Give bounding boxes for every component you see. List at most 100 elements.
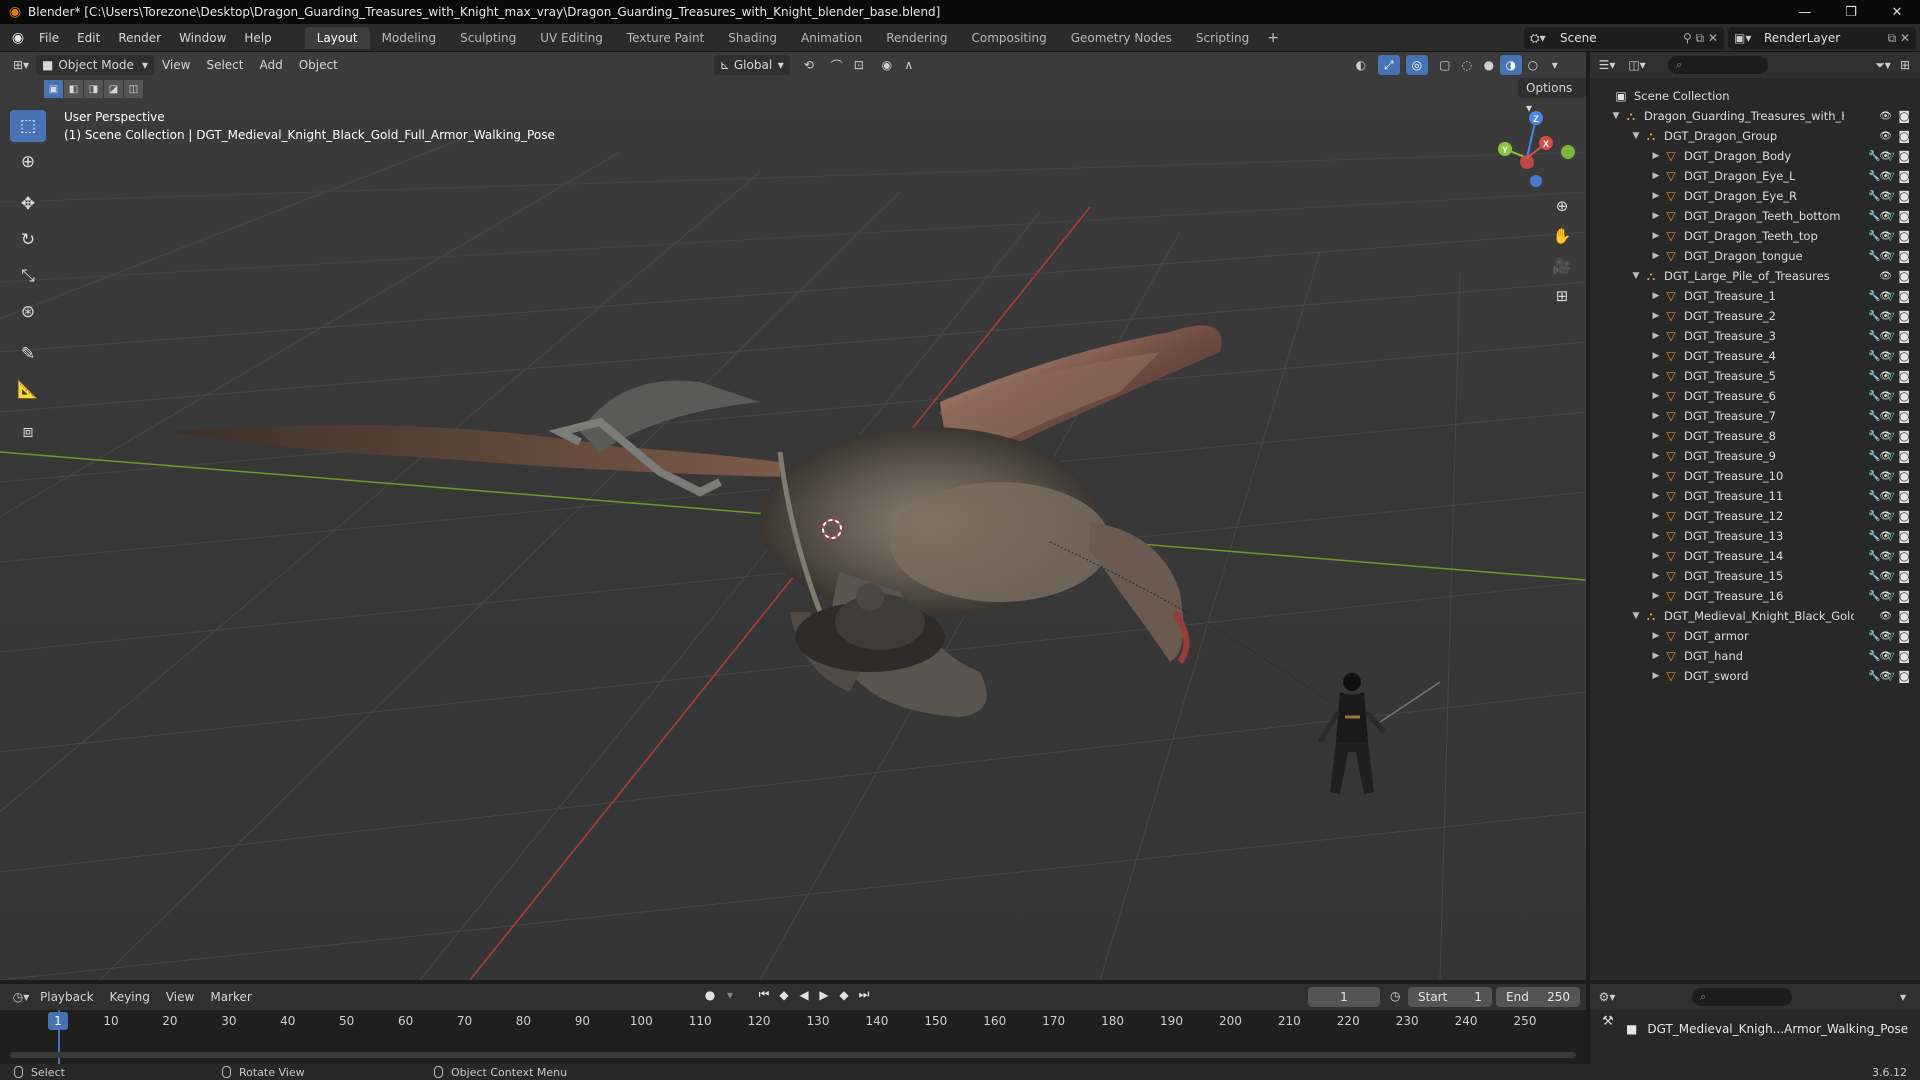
record-icon[interactable]: ● — [700, 988, 720, 1002]
expand-right-icon[interactable]: ▶ — [1650, 351, 1662, 361]
render-camera-icon[interactable]: ◙ — [1898, 369, 1910, 383]
outliner-collection-row[interactable]: ▼ ⛬ DGT_Dragon_Group 👁 ◙ — [1590, 126, 1920, 146]
render-camera-icon[interactable]: ◙ — [1898, 329, 1910, 343]
outliner-object-row[interactable]: ▶ ▽ DGT_Dragon_Teeth_top 🔧 ▽ 👁 ◙ — [1590, 226, 1920, 246]
outliner-object-row[interactable]: ▶ ▽ DGT_Treasure_5 🔧 ▽ 👁 ◙ — [1590, 366, 1920, 386]
expand-right-icon[interactable]: ▶ — [1650, 591, 1662, 601]
tab-layout[interactable]: Layout — [304, 26, 370, 49]
expand-right-icon[interactable]: ▶ — [1650, 371, 1662, 381]
menu-select[interactable]: Select — [198, 58, 251, 72]
render-camera-icon[interactable]: ◙ — [1898, 249, 1910, 263]
expand-right-icon[interactable]: ▶ — [1650, 491, 1662, 501]
outliner-object-row[interactable]: ▶ ▽ DGT_Treasure_15 🔧 ▽ 👁 ◙ — [1590, 566, 1920, 586]
visibility-eye-icon[interactable]: 👁 — [1879, 171, 1892, 182]
tab-texture-paint[interactable]: Texture Paint — [615, 27, 716, 49]
pivot-point-icon[interactable]: ⟲ — [798, 55, 820, 75]
expand-right-icon[interactable]: ▶ — [1650, 191, 1662, 201]
visibility-eye-icon[interactable]: 👁 — [1879, 611, 1892, 622]
visibility-eye-icon[interactable]: 👁 — [1879, 551, 1892, 562]
outliner-object-row[interactable]: ▶ ▽ DGT_Dragon_Teeth_bottom 🔧 ▽ 👁 ◙ — [1590, 206, 1920, 226]
visibility-eye-icon[interactable]: 👁 — [1879, 631, 1892, 642]
render-camera-icon[interactable]: ◙ — [1898, 489, 1910, 503]
menu-help[interactable]: Help — [235, 24, 280, 52]
outliner-collection-row[interactable]: ▼ ⛬ Dragon_Guarding_Treasures_with_Knigh 👁 ◙ — [1590, 106, 1920, 126]
proportional-editing-icon[interactable]: ◉ — [876, 55, 898, 75]
current-frame-field[interactable]: 1 — [1308, 987, 1380, 1007]
jump-start-icon[interactable]: ⏮ — [754, 987, 774, 1002]
expand-down-icon[interactable]: ▼ — [1630, 271, 1642, 281]
prev-keyframe-icon[interactable]: ◆ — [774, 988, 794, 1002]
expand-right-icon[interactable]: ▶ — [1650, 391, 1662, 401]
visibility-eye-icon[interactable]: 👁 — [1879, 291, 1892, 302]
camera-view-icon[interactable]: 🎥 — [1548, 252, 1576, 280]
measure-icon[interactable]: 📐 — [10, 374, 46, 406]
render-camera-icon[interactable]: ◙ — [1898, 269, 1910, 283]
visibility-eye-icon[interactable]: 👁 — [1879, 271, 1892, 282]
render-camera-icon[interactable]: ◙ — [1898, 389, 1910, 403]
zoom-icon[interactable]: ⊕ — [1548, 192, 1576, 220]
menu-render[interactable]: Render — [109, 24, 170, 52]
expand-right-icon[interactable]: ▶ — [1650, 531, 1662, 541]
tab-animation[interactable]: Animation — [789, 27, 874, 49]
blender-menu-icon[interactable]: ◉ — [6, 26, 30, 50]
select-box-icon[interactable]: ⬚ — [10, 110, 46, 142]
visibility-eye-icon[interactable]: 👁 — [1879, 351, 1892, 362]
transform-icon[interactable]: ⊛ — [10, 296, 46, 328]
outliner-object-row[interactable]: ▶ ▽ DGT_Treasure_13 🔧 ▽ 👁 ◙ — [1590, 526, 1920, 546]
outliner-object-row[interactable]: ▶ ▽ DGT_Treasure_14 🔧 ▽ 👁 ◙ — [1590, 546, 1920, 566]
tab-compositing[interactable]: Compositing — [959, 27, 1058, 49]
transform-orientation-selector[interactable]: ⊾ Global ▾ — [713, 55, 790, 75]
visibility-eye-icon[interactable]: 👁 — [1879, 311, 1892, 322]
solid-shading-icon[interactable]: ● — [1478, 55, 1500, 75]
outliner-object-row[interactable]: ▶ ▽ DGT_Treasure_4 🔧 ▽ 👁 ◙ — [1590, 346, 1920, 366]
render-camera-icon[interactable]: ◙ — [1898, 309, 1910, 323]
outliner-object-row[interactable]: ▶ ▽ DGT_sword 🔧 ▽ 👁 ◙ — [1590, 666, 1920, 686]
tab-geometry-nodes[interactable]: Geometry Nodes — [1059, 27, 1184, 49]
rotate-icon[interactable]: ↻ — [10, 224, 46, 256]
visibility-eye-icon[interactable]: 👁 — [1879, 471, 1892, 482]
add-workspace-button[interactable]: + — [1261, 30, 1285, 46]
visibility-eye-icon[interactable]: 👁 — [1879, 151, 1892, 162]
expand-right-icon[interactable]: ▶ — [1650, 631, 1662, 641]
expand-right-icon[interactable]: ▶ — [1650, 151, 1662, 161]
overlays-toggle-icon[interactable]: ◎ — [1405, 55, 1428, 75]
filter-icon[interactable]: ⏷▾ — [1872, 55, 1894, 75]
outliner-object-row[interactable]: ▶ ▽ DGT_Dragon_Eye_L 🔧 ▽ 👁 ◙ — [1590, 166, 1920, 186]
outliner-object-row[interactable]: ▶ ▽ DGT_Treasure_2 🔧 ▽ 👁 ◙ — [1590, 306, 1920, 326]
minimize-button[interactable]: — — [1782, 0, 1828, 24]
jump-end-icon[interactable]: ⏭ — [854, 987, 874, 1002]
render-camera-icon[interactable]: ◙ — [1898, 169, 1910, 183]
render-camera-icon[interactable]: ◙ — [1898, 569, 1910, 583]
render-camera-icon[interactable]: ◙ — [1898, 509, 1910, 523]
editor-type-icon[interactable]: ⊞▾ — [10, 55, 32, 75]
expand-right-icon[interactable]: ▶ — [1650, 551, 1662, 561]
expand-down-icon[interactable]: ▼ — [1630, 611, 1642, 621]
render-camera-icon[interactable]: ◙ — [1898, 649, 1910, 663]
render-camera-icon[interactable]: ◙ — [1898, 129, 1910, 143]
outliner-object-row[interactable]: ▶ ▽ DGT_Treasure_1 🔧 ▽ 👁 ◙ — [1590, 286, 1920, 306]
menu-keying[interactable]: Keying — [102, 990, 158, 1004]
visibility-eye-icon[interactable]: 👁 — [1879, 451, 1892, 462]
expand-down-icon[interactable]: ▼ — [1630, 131, 1642, 141]
render-camera-icon[interactable]: ◙ — [1898, 469, 1910, 483]
falloff-icon[interactable]: ∧ — [898, 55, 920, 75]
snap-target-icon[interactable]: ⊡ — [848, 55, 870, 75]
outliner-object-row[interactable]: ▶ ▽ DGT_Dragon_Eye_R 🔧 ▽ 👁 ◙ — [1590, 186, 1920, 206]
view-layer-actions-icon[interactable]: ⧉ ✕ — [1888, 31, 1910, 46]
move-icon[interactable]: ✥ — [10, 188, 46, 220]
menu-timeline-view[interactable]: View — [158, 990, 202, 1004]
render-camera-icon[interactable]: ◙ — [1898, 609, 1910, 623]
visibility-eye-icon[interactable]: 👁 — [1879, 671, 1892, 682]
select-new-icon[interactable]: ▣ — [44, 80, 63, 98]
outliner-object-row[interactable]: ▶ ▽ DGT_Treasure_6 🔧 ▽ 👁 ◙ — [1590, 386, 1920, 406]
visibility-eye-icon[interactable]: 👁 — [1879, 491, 1892, 502]
tool-tab-icon[interactable]: ⚒ — [1602, 1014, 1614, 1029]
expand-right-icon[interactable]: ▶ — [1650, 211, 1662, 221]
visibility-eye-icon[interactable]: 👁 — [1879, 371, 1892, 382]
outliner-object-row[interactable]: ▶ ▽ DGT_Treasure_7 🔧 ▽ 👁 ◙ — [1590, 406, 1920, 426]
menu-file[interactable]: File — [30, 24, 68, 52]
expand-right-icon[interactable]: ▶ — [1650, 671, 1662, 681]
rendered-shading-icon[interactable]: ○ — [1522, 55, 1544, 75]
shading-options-icon[interactable]: ▾ — [1544, 55, 1566, 75]
options-dropdown[interactable]: Options ▾ — [1518, 78, 1586, 115]
